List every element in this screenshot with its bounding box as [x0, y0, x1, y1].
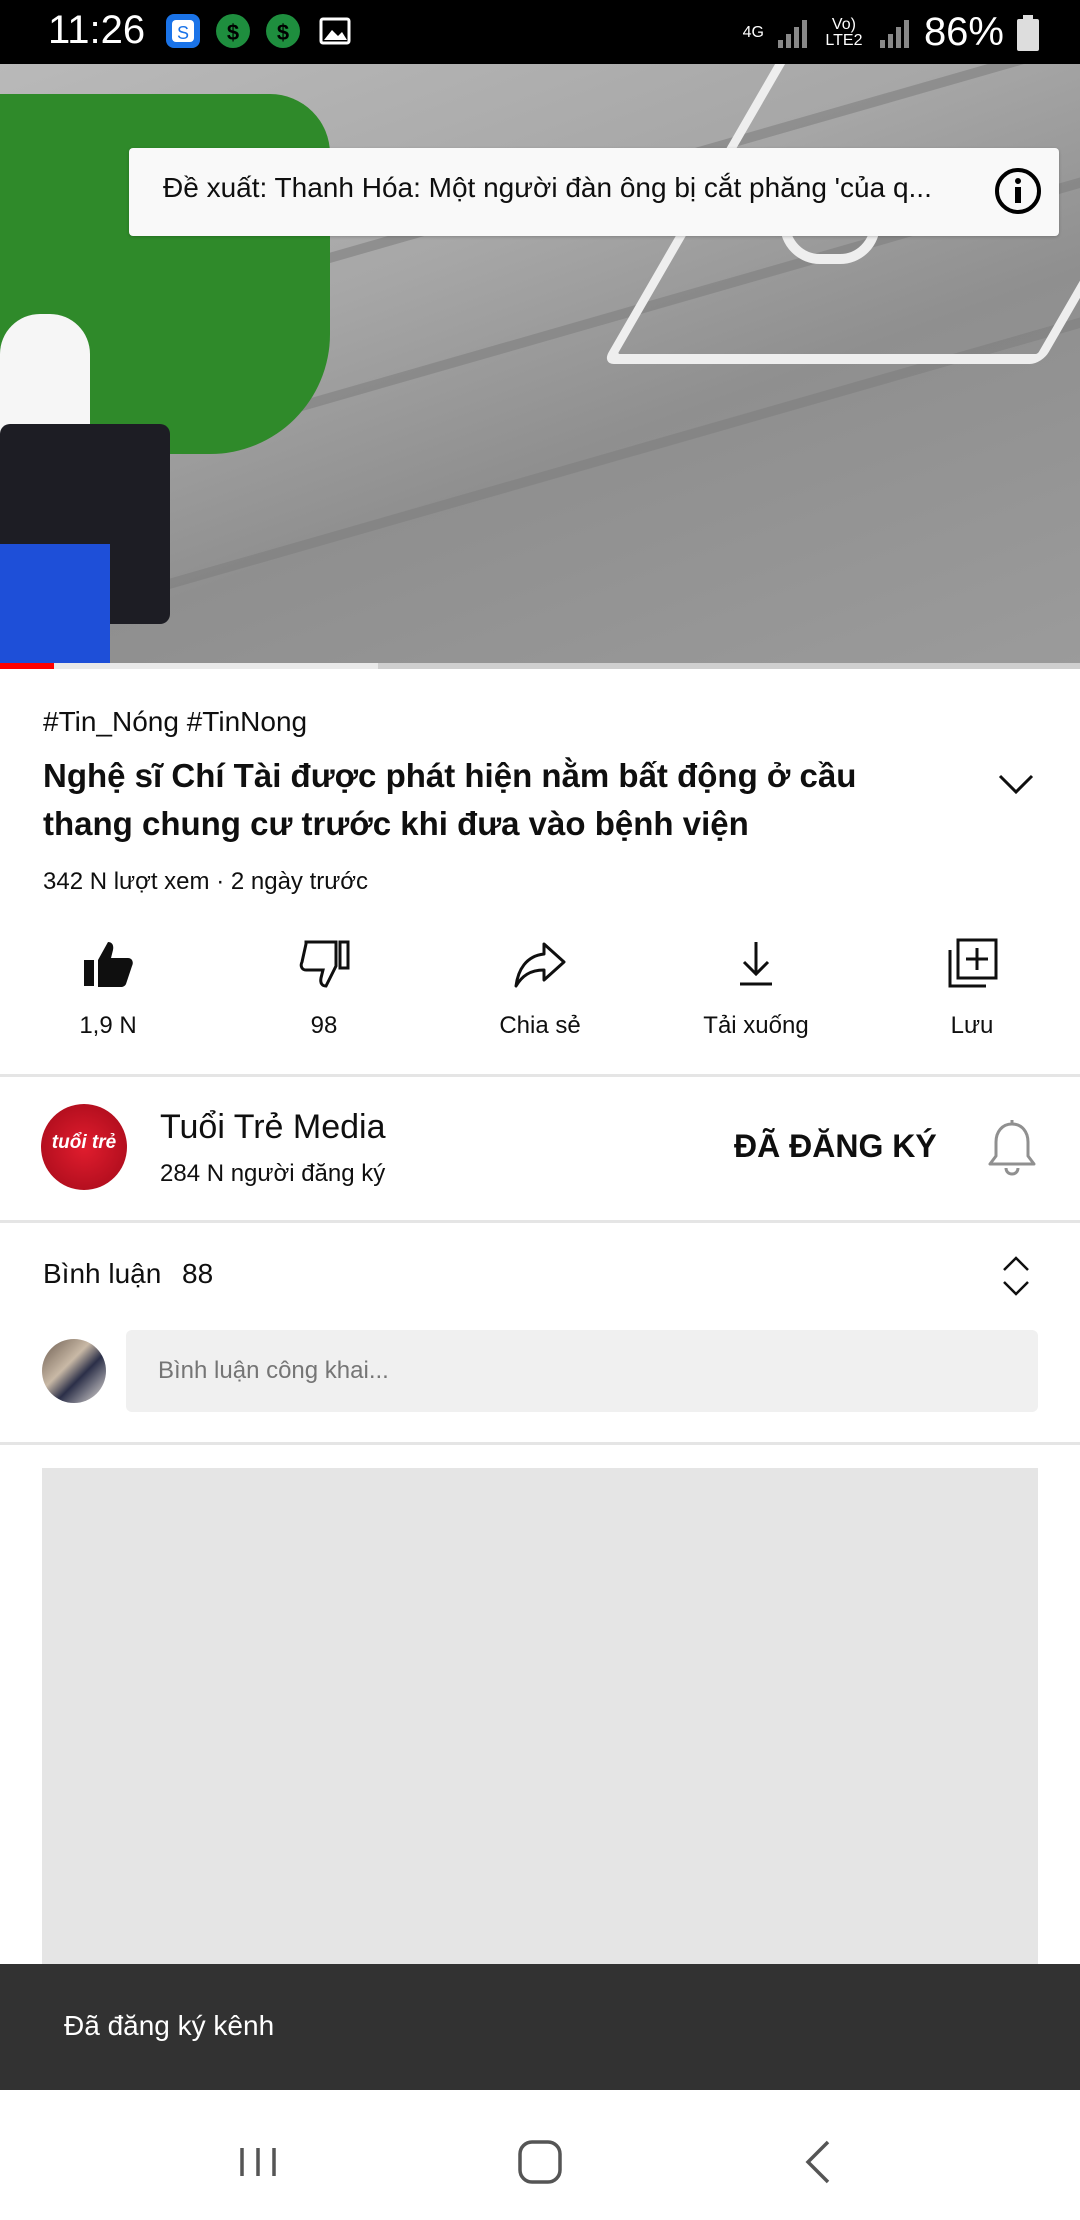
info-icon[interactable] — [993, 166, 1043, 216]
subscribed-button[interactable]: ĐÃ ĐĂNG KÝ — [734, 1128, 937, 1165]
volte-label: Vo) LTE2 — [825, 15, 863, 49]
battery-percent: 86% — [923, 10, 1004, 54]
snackbar-text: Đã đăng ký kênh — [64, 2010, 275, 2041]
dislike-count: 98 — [310, 1012, 338, 1039]
bell-icon[interactable] — [984, 1118, 1040, 1178]
channel-avatar[interactable]: tuổi trẻ — [41, 1104, 127, 1190]
svg-text:$: $ — [227, 20, 239, 45]
user-avatar — [42, 1339, 106, 1403]
status-bar: 11:26 S $ $ 4G Vo) LTE2 86% — [0, 0, 1080, 64]
status-time: 11:26 — [48, 8, 146, 52]
dollar-icon: $ — [266, 14, 300, 48]
network-type: 4G — [742, 23, 764, 41]
suggestion-text: Đề xuất: Thanh Hóa: Một người đàn ông bị… — [163, 172, 932, 203]
view-count: 342 N lượt xem · 2 ngày trước — [43, 868, 369, 895]
svg-text:$: $ — [277, 20, 289, 45]
signal-icon — [879, 19, 909, 48]
share-button[interactable]: Chia sẻ — [432, 930, 648, 1050]
s-app-icon: S — [166, 14, 200, 48]
share-label: Chia sẻ — [499, 1012, 581, 1039]
divider — [0, 1442, 1080, 1445]
save-button[interactable]: Lưu — [864, 930, 1080, 1050]
video-frame-detail — [0, 544, 110, 669]
thumbs-up-icon — [84, 942, 133, 987]
thumbs-down-icon — [299, 940, 350, 988]
save-label: Lưu — [950, 1012, 994, 1039]
snackbar: Đã đăng ký kênh — [0, 1964, 1080, 2090]
progress-played — [0, 663, 54, 669]
comments-count: 88 — [182, 1258, 214, 1289]
like-button[interactable]: 1,9 N — [0, 930, 216, 1050]
dollar-icon: $ — [216, 14, 250, 48]
dislike-button[interactable]: 98 — [216, 930, 432, 1050]
chevron-down-icon[interactable] — [994, 762, 1038, 806]
recent-apps-icon[interactable] — [228, 2132, 288, 2192]
navigation-bar — [0, 2090, 1080, 2220]
home-icon[interactable] — [510, 2132, 570, 2192]
hashtags[interactable]: #Tin_Nóng #TinNong — [43, 706, 307, 738]
svg-text:S: S — [177, 23, 189, 43]
share-icon — [514, 942, 566, 988]
status-right: 4G Vo) LTE2 86% — [743, 10, 1040, 55]
suggestion-banner[interactable]: Đề xuất: Thanh Hóa: Một người đàn ông bị… — [129, 148, 1059, 236]
divider — [0, 1220, 1080, 1223]
image-icon — [318, 14, 352, 48]
action-row: 1,9 N 98 Chia sẻ Tải xuống Lưu — [0, 930, 1080, 1050]
download-label: Tải xuống — [703, 1012, 809, 1039]
comments-label[interactable]: Bình luận — [43, 1258, 161, 1290]
channel-name[interactable]: Tuổi Trẻ Media — [160, 1108, 386, 1147]
video-title[interactable]: Nghệ sĩ Chí Tài được phát hiện nằm bất đ… — [43, 752, 943, 848]
channel-logo-text: tuổi trẻ — [51, 1132, 117, 1153]
download-button[interactable]: Tải xuống — [648, 930, 864, 1050]
video-player[interactable]: Đề xuất: Thanh Hóa: Một người đàn ông bị… — [0, 64, 1080, 669]
progress-buffered — [0, 663, 378, 669]
add-to-playlist-icon — [948, 938, 998, 988]
back-icon[interactable] — [790, 2132, 850, 2192]
signal-icon — [777, 19, 807, 48]
loading-placeholder — [42, 1468, 1038, 1968]
subscriber-count: 284 N người đăng ký — [160, 1160, 386, 1187]
divider — [0, 1074, 1080, 1077]
download-icon — [740, 942, 772, 986]
expand-collapse-icon[interactable] — [996, 1254, 1036, 1298]
battery-icon — [1017, 14, 1039, 51]
like-count: 1,9 N — [79, 1012, 137, 1039]
comment-input[interactable] — [126, 1330, 1038, 1412]
